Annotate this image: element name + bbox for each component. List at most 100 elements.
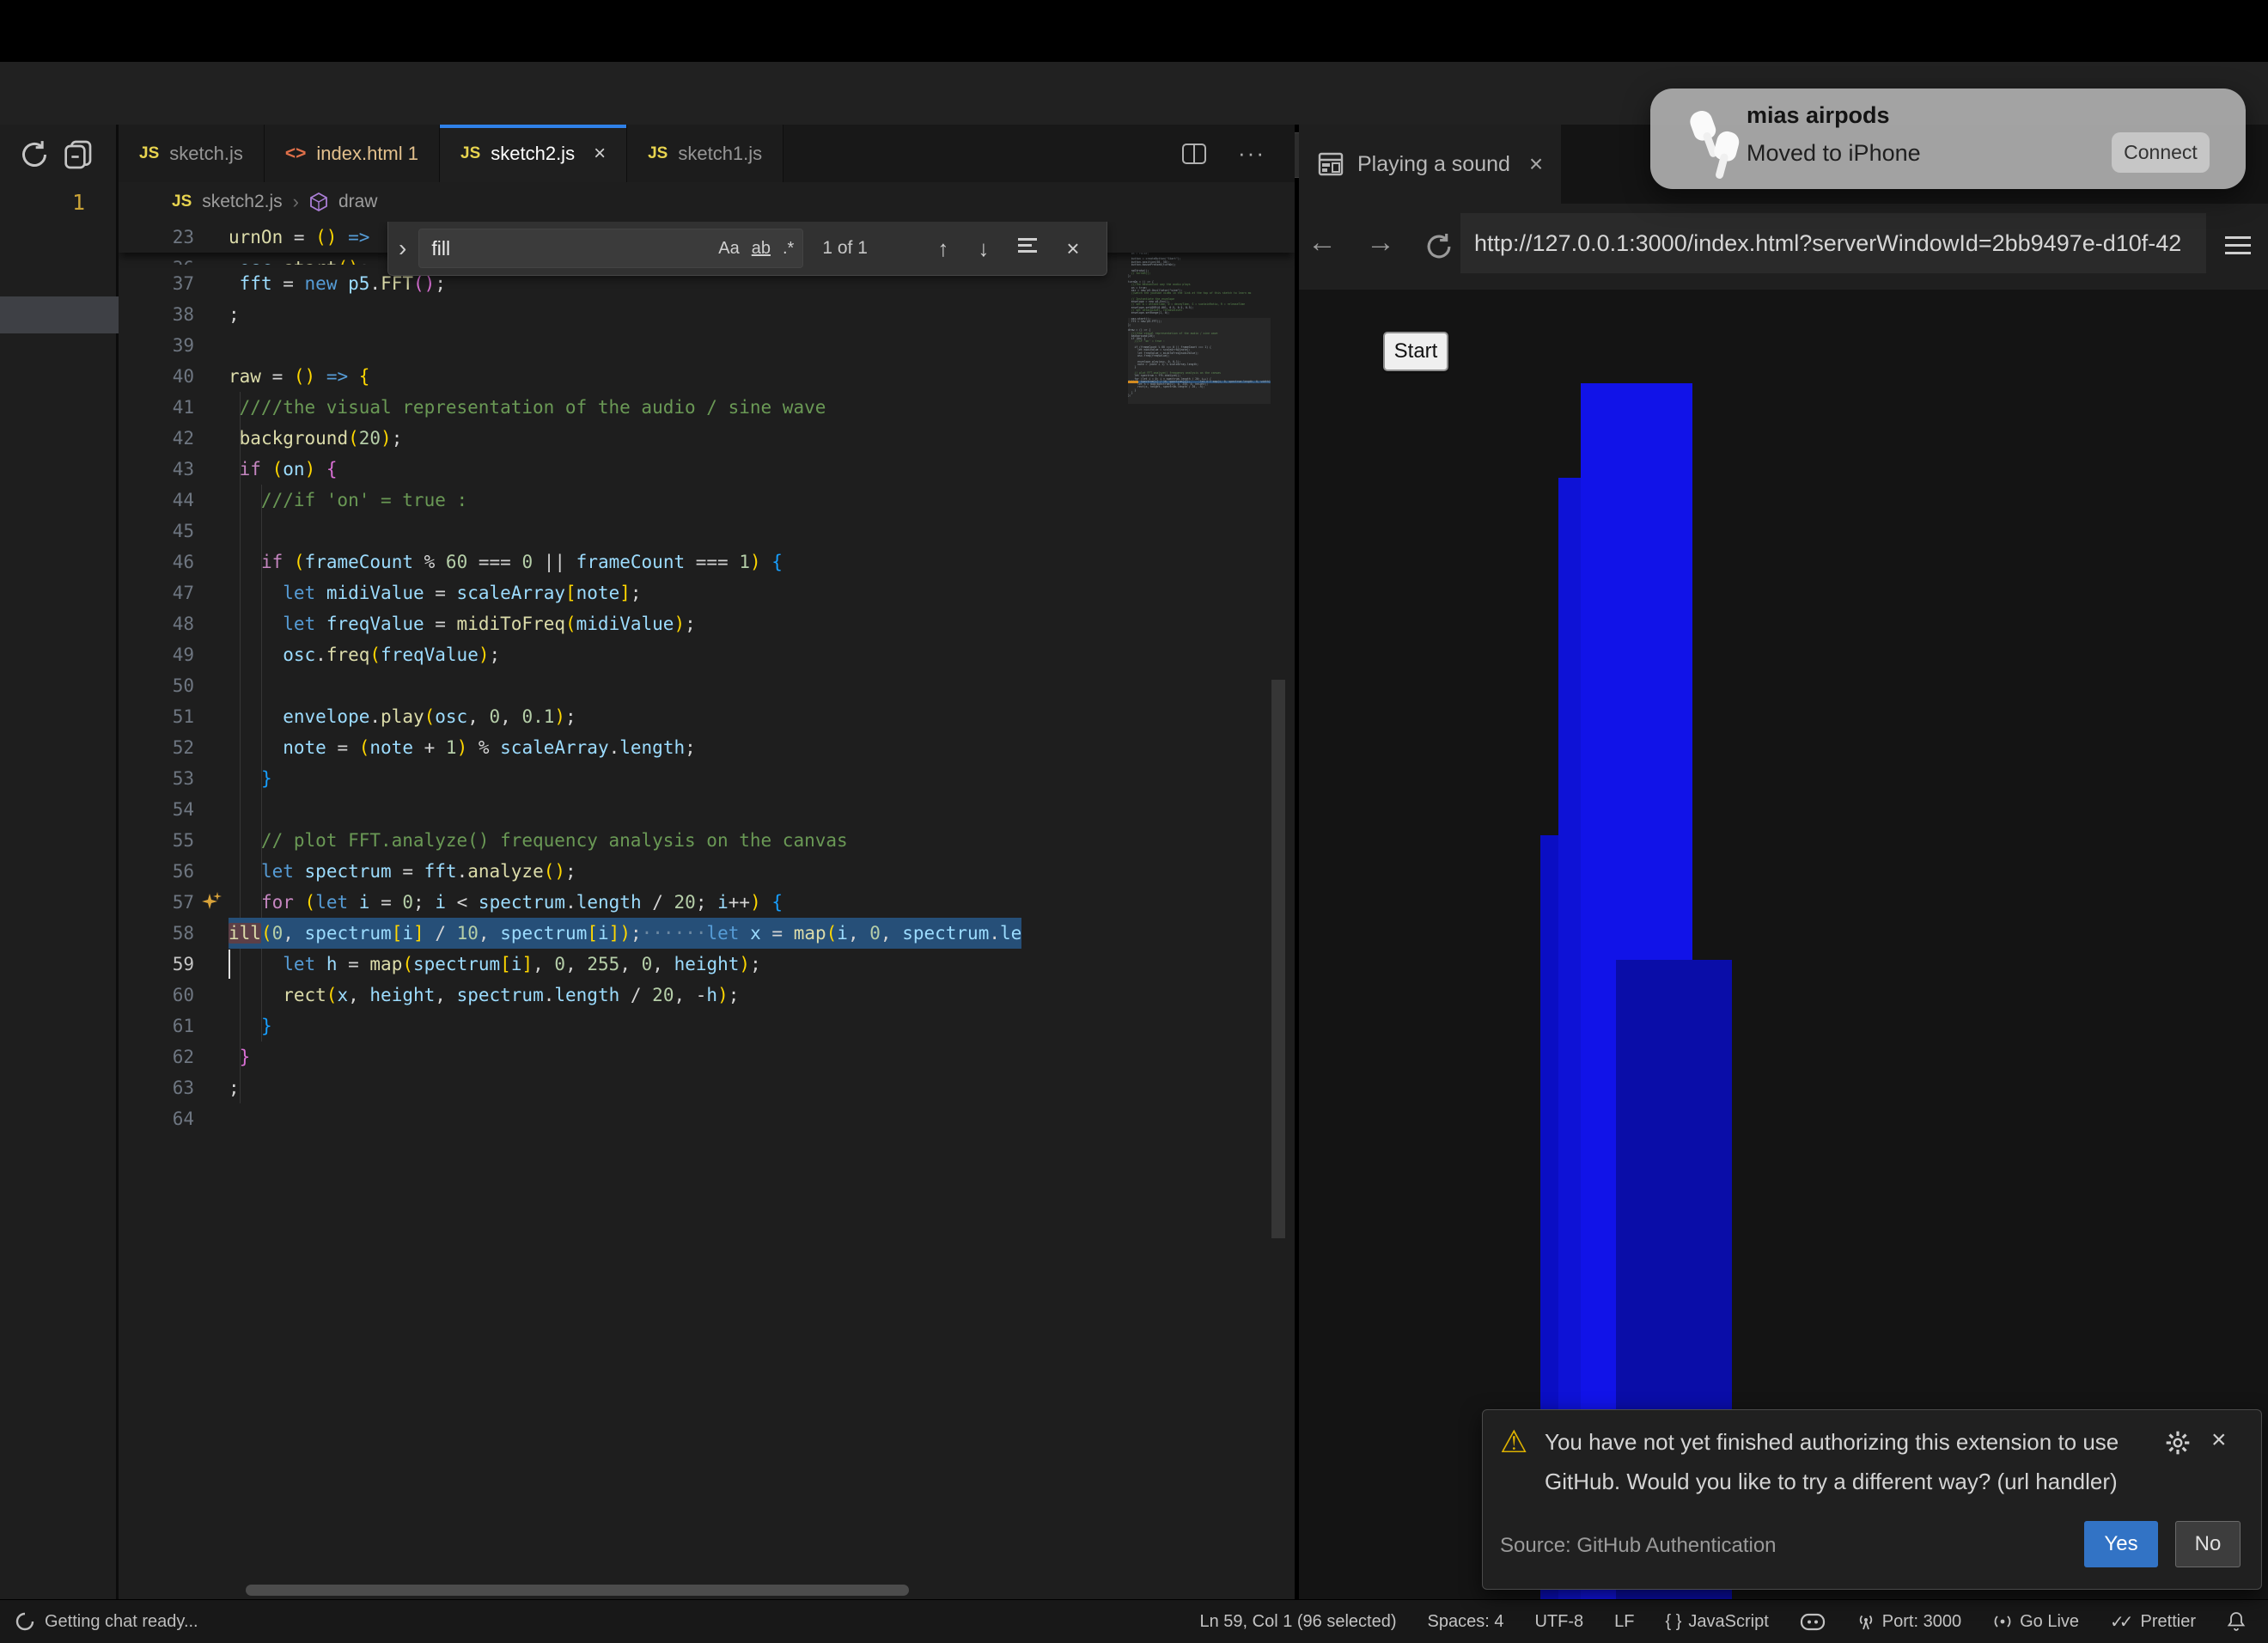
panel-back-icon[interactable]: ← — [1308, 226, 1337, 260]
status-encoding[interactable]: UTF-8 — [1534, 1612, 1583, 1632]
breadcrumb-file[interactable]: sketch2.js — [202, 192, 282, 212]
notification-source: Source: GitHub Authentication — [1500, 1534, 1777, 1558]
code-line-56: 56 let spectrum = fft.analyze(); — [119, 856, 1132, 887]
editor-tab-sketch2-js[interactable]: JS sketch2.js × — [440, 125, 627, 182]
warning-icon: ⚠ — [1500, 1424, 1527, 1460]
airpods-subtitle: Moved to iPhone — [1747, 140, 1921, 167]
whole-word-icon[interactable]: ab — [752, 239, 771, 259]
vertical-scrollbar[interactable] — [1271, 680, 1285, 1238]
status-eol[interactable]: LF — [1614, 1612, 1634, 1632]
copilot-icon[interactable] — [1800, 1611, 1826, 1632]
js-file-icon: JS — [648, 144, 668, 163]
status-language[interactable]: { }JavaScript — [1665, 1612, 1768, 1632]
bell-icon[interactable] — [2227, 1611, 2246, 1632]
code-line-50: 50 — [119, 670, 1132, 701]
find-replace-toggle-icon[interactable]: › — [399, 235, 406, 262]
tab-label: sketch.js — [169, 143, 243, 165]
code-line-42: 42 background(20); — [119, 423, 1132, 454]
find-next-icon[interactable]: ↓ — [978, 235, 989, 262]
breadcrumb-symbol[interactable]: draw — [338, 192, 378, 212]
code-line-48: 48 let freqValue = midiToFreq(midiValue)… — [119, 608, 1132, 639]
tab-label: sketch2.js — [491, 143, 575, 165]
minimap-slider[interactable] — [1128, 318, 1271, 404]
text-cursor — [229, 950, 230, 979]
notification-close-icon[interactable]: × — [2211, 1426, 2227, 1455]
mini-strip-line-number: 1 — [72, 190, 85, 215]
panel-url-text: http://127.0.0.1:3000/index.html?serverW… — [1474, 230, 2181, 257]
editor-tab-sketch1-js[interactable]: JS sketch1.js — [627, 125, 783, 182]
more-actions-icon[interactable]: ··· — [1238, 140, 1265, 167]
code-line-59: 59 let h = map(spectrum[i], 0, 255, 0, h… — [119, 949, 1132, 980]
status-cursor-position[interactable]: Ln 59, Col 1 (96 selected) — [1199, 1612, 1396, 1632]
js-file-icon: JS — [139, 144, 159, 163]
status-indentation[interactable]: Spaces: 4 — [1428, 1612, 1504, 1632]
find-previous-icon[interactable]: ↑ — [937, 235, 948, 262]
p5-sketch-canvas: Start — [1299, 290, 2268, 1599]
status-port-label: Port: 3000 — [1882, 1612, 1961, 1632]
tab-close-icon[interactable]: × — [594, 142, 606, 166]
editor-tab-index-html-1[interactable]: <>index.html 1 — [265, 125, 440, 182]
gear-icon[interactable] — [2164, 1429, 2192, 1457]
tab-label: index.html 1 — [316, 143, 418, 165]
code-line-63: 63; — [119, 1072, 1132, 1103]
airpods-notification: mias airpods Moved to iPhone Connect — [1650, 89, 2246, 189]
start-button[interactable]: Start — [1383, 332, 1448, 371]
github-message-line1: You have not yet finished authorizing th… — [1545, 1429, 2119, 1456]
tab-label: sketch1.js — [678, 143, 762, 165]
panel-url-field[interactable]: http://127.0.0.1:3000/index.html?serverW… — [1460, 213, 2206, 273]
panel-menu-icon[interactable] — [2225, 231, 2251, 260]
panel-tab-close-icon[interactable]: × — [1529, 150, 1543, 178]
airpods-icon — [1662, 94, 1740, 180]
simple-browser-panel: Playing a sound × ← → http://127.0.0.1:3… — [1299, 125, 2268, 1599]
double-check-icon: ✓✓ — [2110, 1611, 2129, 1633]
browser-preview-icon — [1318, 152, 1344, 176]
regex-icon[interactable]: .* — [783, 239, 794, 259]
no-button[interactable]: No — [2175, 1521, 2241, 1567]
find-widget: › fill Aa ab .* 1 of 1 ↑ ↓ × — [387, 222, 1107, 276]
refresh-icon[interactable] — [17, 137, 52, 172]
code-line-60: 60 rect(x, height, spectrum.length / 20,… — [119, 980, 1132, 1011]
panel-tab-playing-a-sound[interactable]: Playing a sound × — [1299, 125, 1561, 204]
code-line-62: 62 } — [119, 1041, 1132, 1072]
mini-editor-strip: 1 — [0, 125, 119, 1599]
braces-icon: { } — [1665, 1612, 1681, 1632]
code-line-45: 45 — [119, 516, 1132, 547]
match-case-icon[interactable]: Aa — [718, 239, 739, 259]
screen: ← → P5 Sound Synthesis ⌄ 1 JSsketch.js<>… — [0, 0, 2268, 1643]
code-line-57: 57 for (let i = 0; i < spectrum.length /… — [119, 887, 1132, 918]
status-port[interactable]: Port: 3000 — [1856, 1612, 1961, 1632]
horizontal-scrollbar[interactable] — [246, 1585, 909, 1596]
mini-strip-band — [0, 296, 119, 333]
code-line-46: 46 if (frameCount % 60 === 0 || frameCou… — [119, 547, 1132, 577]
pages-icon[interactable] — [60, 137, 94, 172]
find-in-selection-icon[interactable] — [1018, 235, 1037, 262]
status-chat-progress[interactable]: Getting chat ready... — [0, 1612, 198, 1632]
code-action-sparkle-icon[interactable] — [201, 890, 223, 916]
find-input[interactable]: fill Aa ab .* — [418, 229, 803, 268]
status-go-live-label: Go Live — [2020, 1612, 2079, 1632]
code-line-58: 58ill(0, spectrum[i] / 10, spectrum[i]);… — [119, 918, 1132, 949]
code-line-54: 54 — [119, 794, 1132, 825]
symbol-icon — [309, 192, 328, 212]
code-line-52: 52 note = (note + 1) % scaleArray.length… — [119, 732, 1132, 763]
panel-reload-icon[interactable] — [1423, 230, 1455, 263]
code-line-51: 51 envelope.play(osc, 0, 0.1); — [119, 701, 1132, 732]
status-prettier[interactable]: ✓✓ Prettier — [2110, 1611, 2196, 1633]
code-editor[interactable]: 23urnOn = () => 36 osc.start(); 37 fft =… — [119, 222, 1295, 1599]
editor-pane: JSsketch.js<>index.html 1JSsketch2.js×JS… — [119, 125, 1295, 1599]
editor-tab-sketch-js[interactable]: JS sketch.js — [119, 125, 265, 182]
split-editor-icon[interactable] — [1181, 143, 1207, 165]
code-line-53: 53 } — [119, 763, 1132, 794]
airpods-title: mias airpods — [1747, 102, 1890, 129]
github-auth-notification: ⚠ You have not yet finished authorizing … — [1482, 1409, 2262, 1590]
find-query[interactable]: fill — [431, 237, 706, 260]
status-go-live[interactable]: Go Live — [1992, 1612, 2079, 1632]
js-file-icon: JS — [460, 144, 480, 163]
panel-forward-icon[interactable]: → — [1366, 226, 1395, 260]
yes-button[interactable]: Yes — [2084, 1521, 2158, 1567]
code-line-41: 41 ////the visual representation of the … — [119, 392, 1132, 423]
find-close-icon[interactable]: × — [1066, 235, 1079, 262]
breadcrumb-separator: › — [293, 191, 299, 213]
breadcrumb[interactable]: JS sketch2.js › draw — [119, 182, 1295, 222]
connect-button[interactable]: Connect — [2112, 132, 2210, 173]
